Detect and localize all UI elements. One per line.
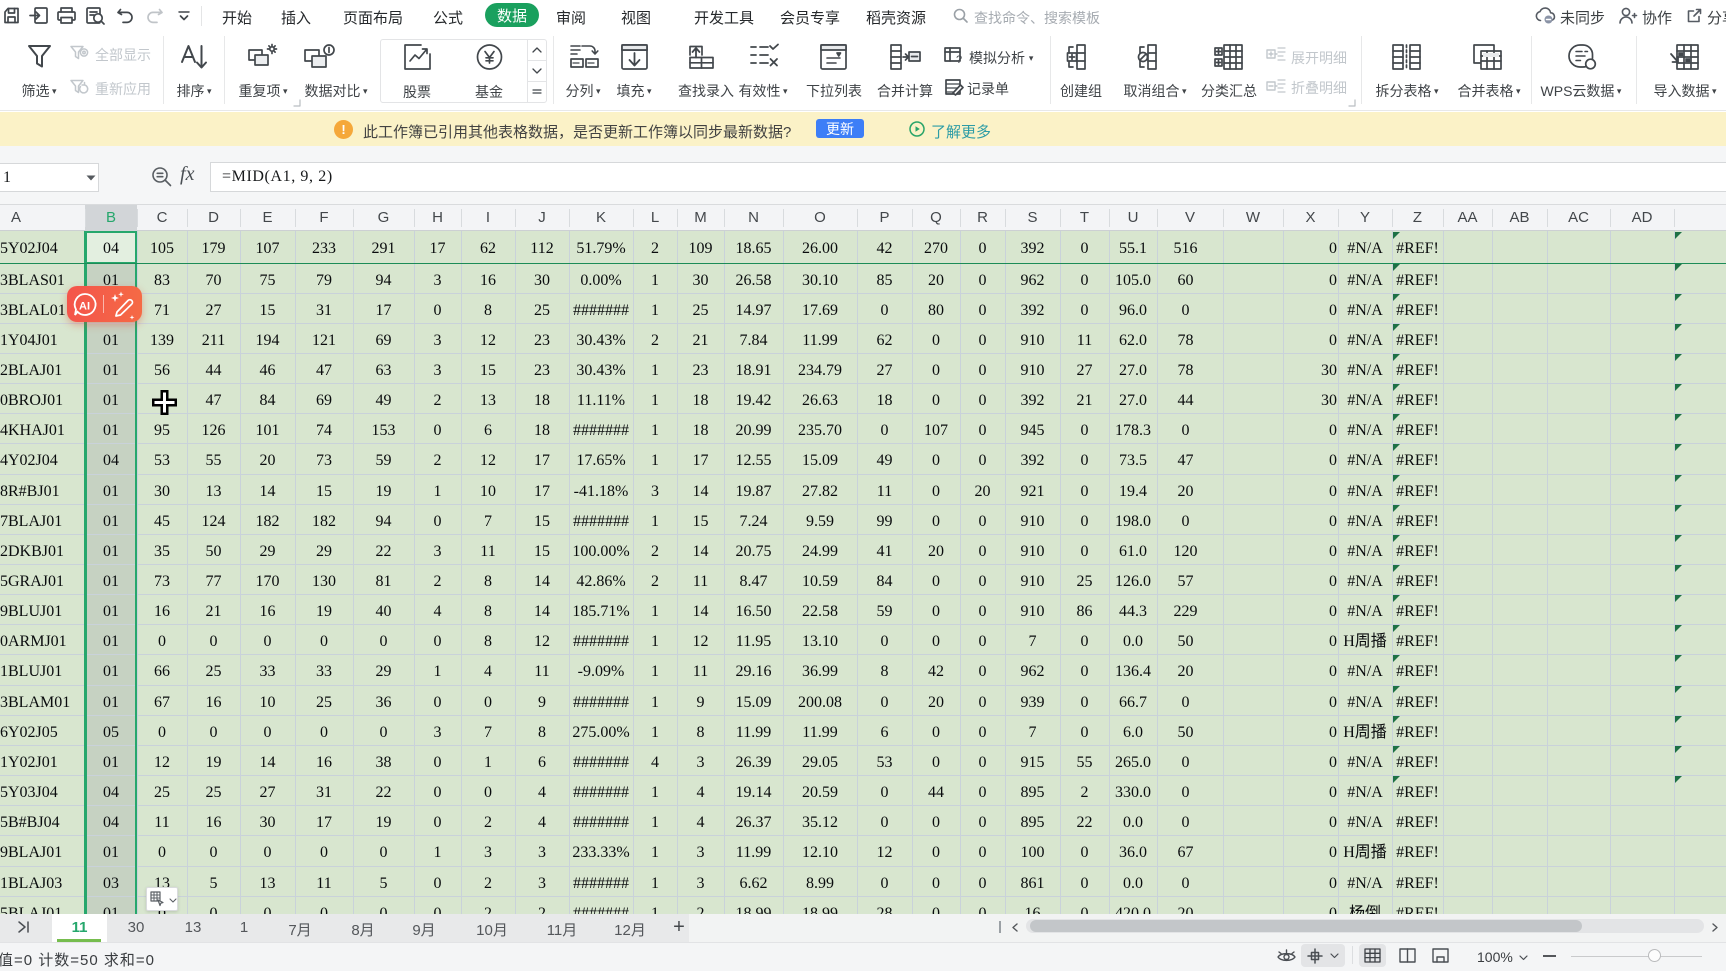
svg-text:?: ?: [956, 54, 962, 66]
svg-text:AI: AI: [79, 301, 90, 313]
